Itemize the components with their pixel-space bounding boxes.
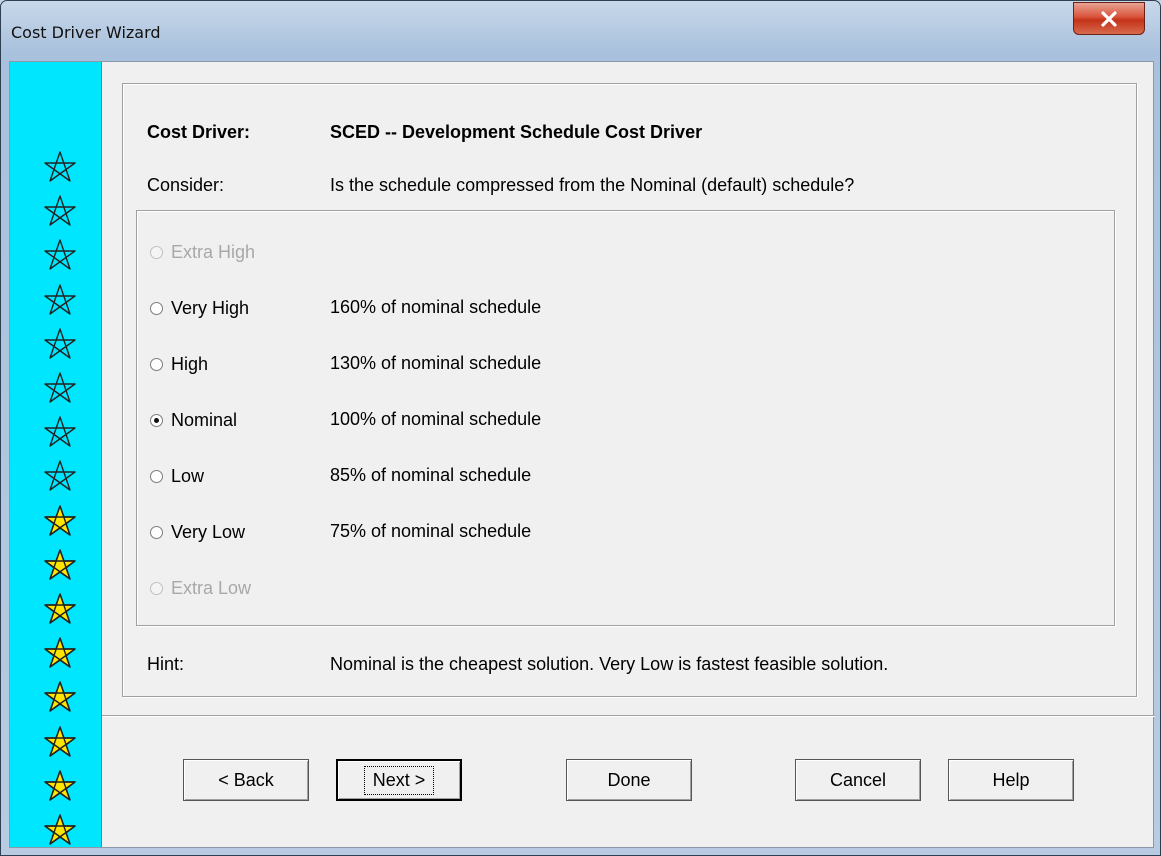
back-button[interactable]: < Back xyxy=(183,759,309,801)
outline-star-icon xyxy=(43,415,77,449)
progress-stars-panel xyxy=(10,62,102,847)
next-button-label: Next > xyxy=(363,765,435,795)
radio-button[interactable] xyxy=(150,413,163,427)
rating-option-label: Extra Low xyxy=(171,577,252,598)
button-separator xyxy=(102,715,1155,717)
rating-option[interactable]: Very Low xyxy=(150,519,245,545)
rating-option-description: 160% of nominal schedule xyxy=(330,297,542,317)
rating-option-label[interactable]: Very High xyxy=(171,298,249,319)
rating-option-label[interactable]: Low xyxy=(171,466,204,487)
rating-options-box xyxy=(136,210,1115,626)
radio-button xyxy=(150,245,163,259)
filled-star-icon xyxy=(43,592,77,626)
outline-star-icon xyxy=(43,459,77,493)
filled-star-icon xyxy=(43,725,77,759)
filled-star-icon xyxy=(43,504,77,538)
rating-option-description: 85% of nominal schedule xyxy=(330,465,532,485)
outline-star-icon xyxy=(43,371,77,405)
rating-option[interactable]: Nominal xyxy=(150,407,237,433)
rating-option-description: 100% of nominal schedule xyxy=(330,409,542,429)
consider-value: Is the schedule compressed from the Nomi… xyxy=(330,175,855,195)
close-button[interactable] xyxy=(1073,2,1145,35)
rating-option-label[interactable]: High xyxy=(171,354,208,375)
rating-option: Extra Low xyxy=(150,575,251,601)
rating-option-description: 130% of nominal schedule xyxy=(330,353,542,373)
rating-option[interactable]: Very High xyxy=(150,295,249,321)
filled-star-icon xyxy=(43,813,77,847)
outline-star-icon xyxy=(43,238,77,272)
radio-button[interactable] xyxy=(150,301,163,315)
outline-star-icon xyxy=(43,327,77,361)
rating-option-label[interactable]: Very Low xyxy=(171,522,245,543)
rating-option-label: Extra High xyxy=(171,241,256,262)
rating-option[interactable]: Low xyxy=(150,463,204,489)
radio-button[interactable] xyxy=(150,357,163,371)
outline-star-icon xyxy=(43,283,77,317)
help-button[interactable]: Help xyxy=(948,759,1074,801)
rating-option: Extra High xyxy=(150,239,255,265)
outline-star-icon xyxy=(43,150,77,184)
rating-option[interactable]: High xyxy=(150,351,208,377)
radio-button xyxy=(150,581,163,595)
done-button[interactable]: Done xyxy=(566,759,692,801)
title-bar[interactable]: Cost Driver Wizard xyxy=(1,1,1160,59)
radio-button[interactable] xyxy=(150,469,163,483)
filled-star-icon xyxy=(43,680,77,714)
cost-driver-value: SCED -- Development Schedule Cost Driver xyxy=(330,122,703,142)
filled-star-icon xyxy=(43,636,77,670)
rating-option-description: 75% of nominal schedule xyxy=(330,521,532,541)
wizard-client-area: Cost Driver: SCED -- Development Schedul… xyxy=(9,61,1155,848)
window-title: Cost Driver Wizard xyxy=(11,23,161,42)
wizard-window: Cost Driver Wizard Cost Driver: SCED -- … xyxy=(0,0,1161,856)
outline-star-icon xyxy=(43,194,77,228)
rating-option-label[interactable]: Nominal xyxy=(171,410,237,431)
cost-driver-label: Cost Driver: xyxy=(147,122,251,142)
cancel-button[interactable]: Cancel xyxy=(795,759,921,801)
consider-label: Consider: xyxy=(147,175,225,195)
hint-value: Nominal is the cheapest solution. Very L… xyxy=(330,654,889,674)
hint-label: Hint: xyxy=(147,654,185,674)
filled-star-icon xyxy=(43,769,77,803)
close-icon xyxy=(1101,10,1117,27)
radio-button[interactable] xyxy=(150,525,163,539)
filled-star-icon xyxy=(43,548,77,582)
next-button[interactable]: Next > xyxy=(336,759,462,801)
